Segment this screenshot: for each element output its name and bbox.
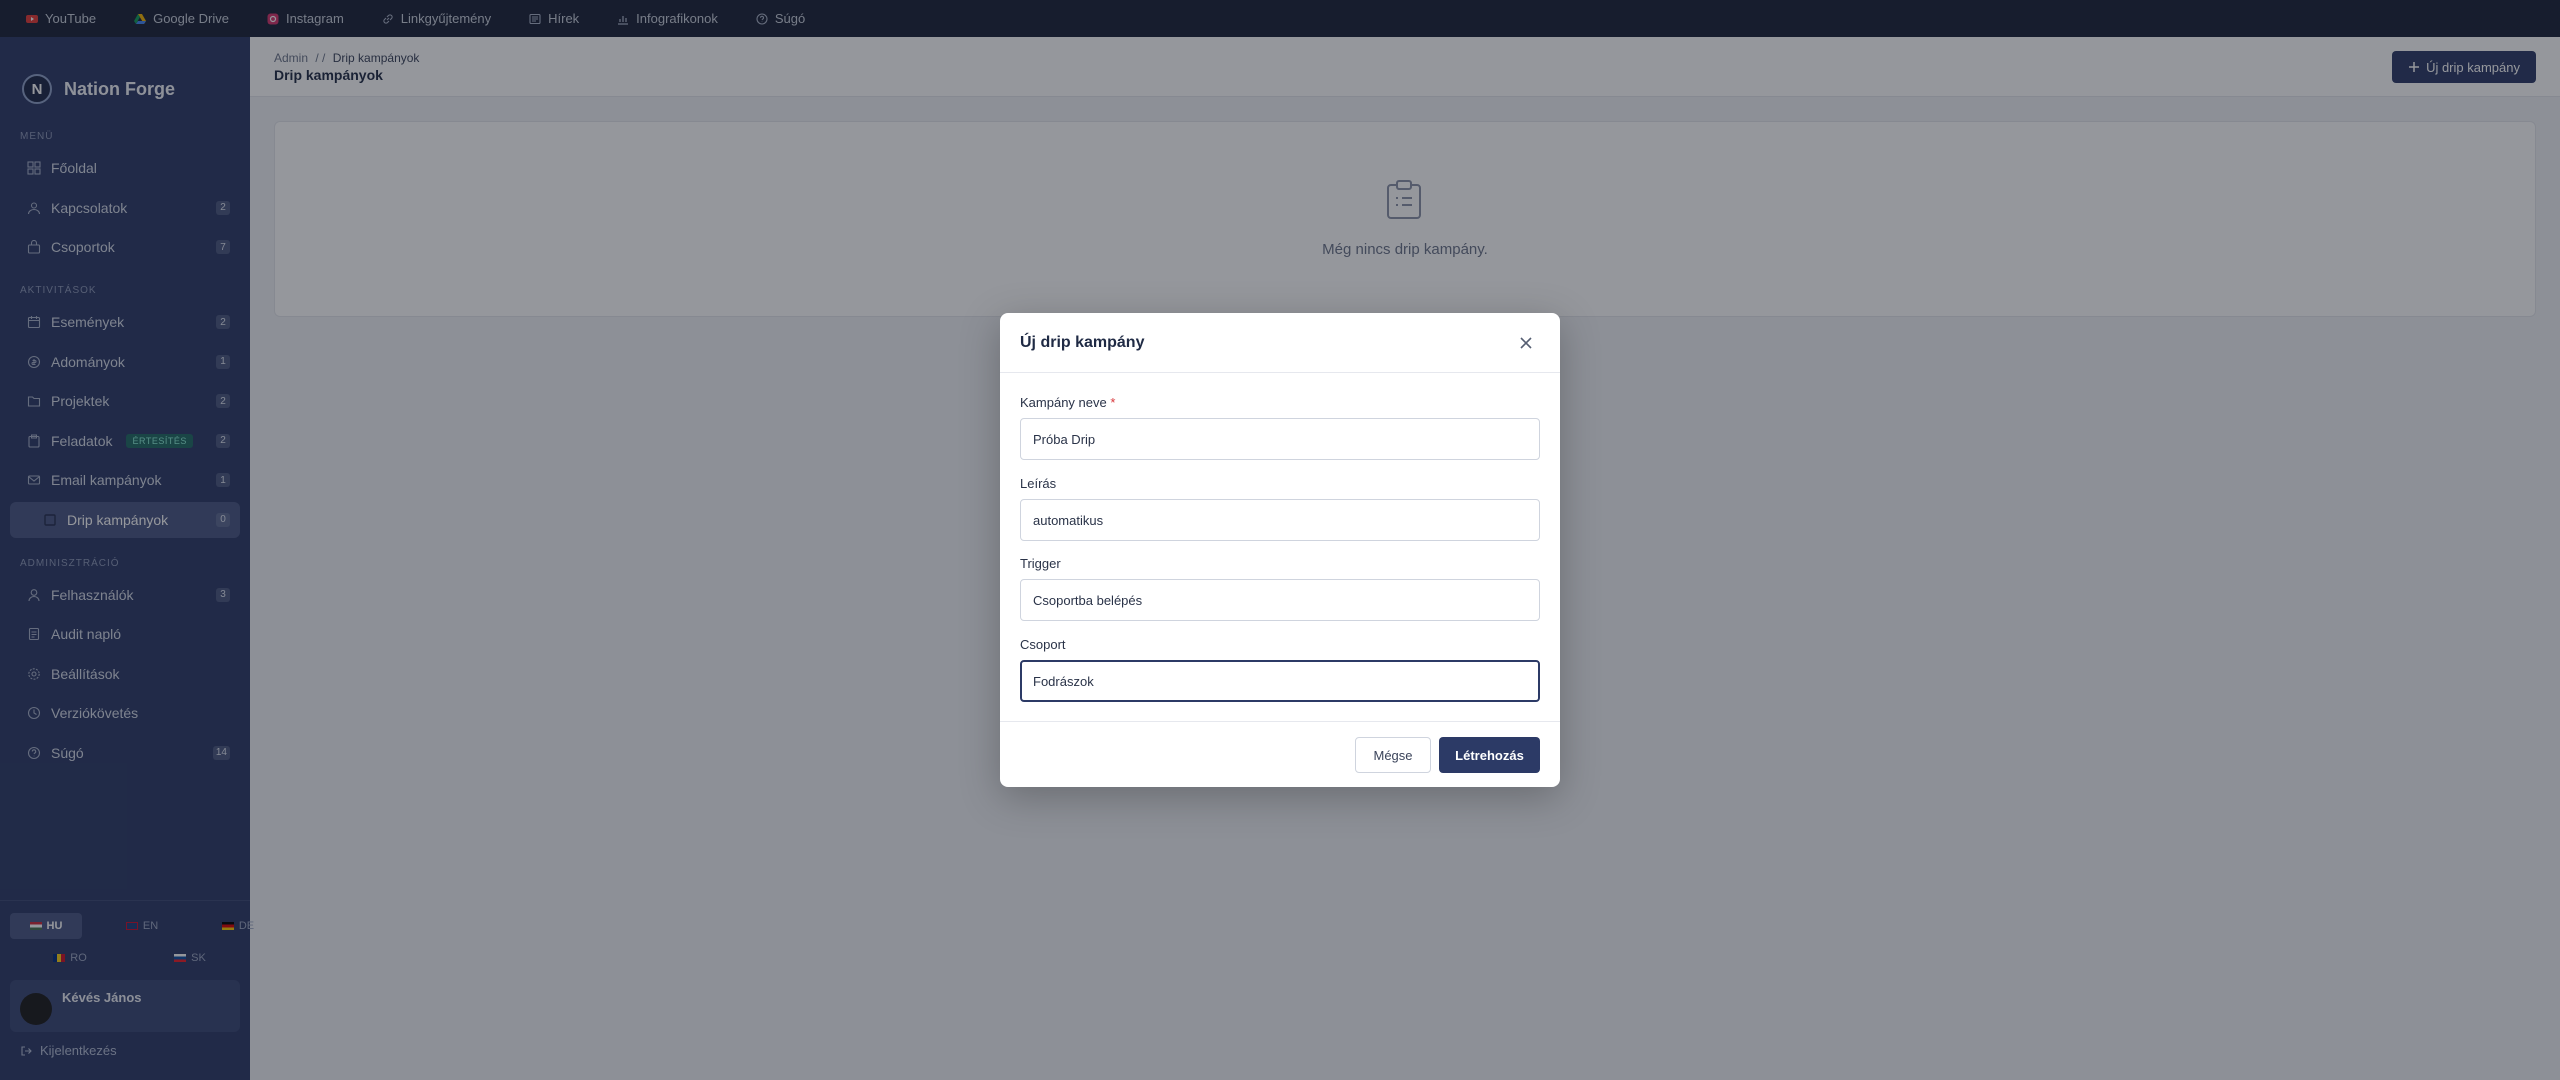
trigger-label: Trigger xyxy=(1020,556,1061,571)
close-icon[interactable] xyxy=(1518,335,1534,351)
create-button[interactable]: Létrehozás xyxy=(1439,737,1540,773)
trigger-select[interactable]: Csoportba belépés xyxy=(1020,579,1540,621)
group-select[interactable]: Fodrászok xyxy=(1020,660,1540,702)
description-input[interactable]: automatikus xyxy=(1020,499,1540,541)
modal-title: Új drip kampány xyxy=(1020,334,1145,351)
cancel-button[interactable]: Mégse xyxy=(1355,737,1431,773)
group-label: Csoport xyxy=(1020,637,1066,652)
campaign-name-label: Kampány neve * xyxy=(1020,395,1115,410)
required-marker: * xyxy=(1110,395,1116,410)
field-value: Próba Drip xyxy=(1033,431,1096,447)
description-label: Leírás xyxy=(1020,476,1057,491)
campaign-name-input[interactable]: Próba Drip xyxy=(1020,418,1540,460)
modal-header: Új drip kampány xyxy=(1000,313,1560,373)
label-text: Kampány neve xyxy=(1020,395,1107,410)
field-value: Csoportba belépés xyxy=(1033,592,1143,608)
modal-footer-divider xyxy=(1000,721,1560,722)
field-value: automatikus xyxy=(1033,512,1104,528)
field-value: Fodrászok xyxy=(1033,673,1094,689)
new-drip-campaign-modal: Új drip kampány Kampány neve * Próba Dri… xyxy=(1000,313,1560,787)
